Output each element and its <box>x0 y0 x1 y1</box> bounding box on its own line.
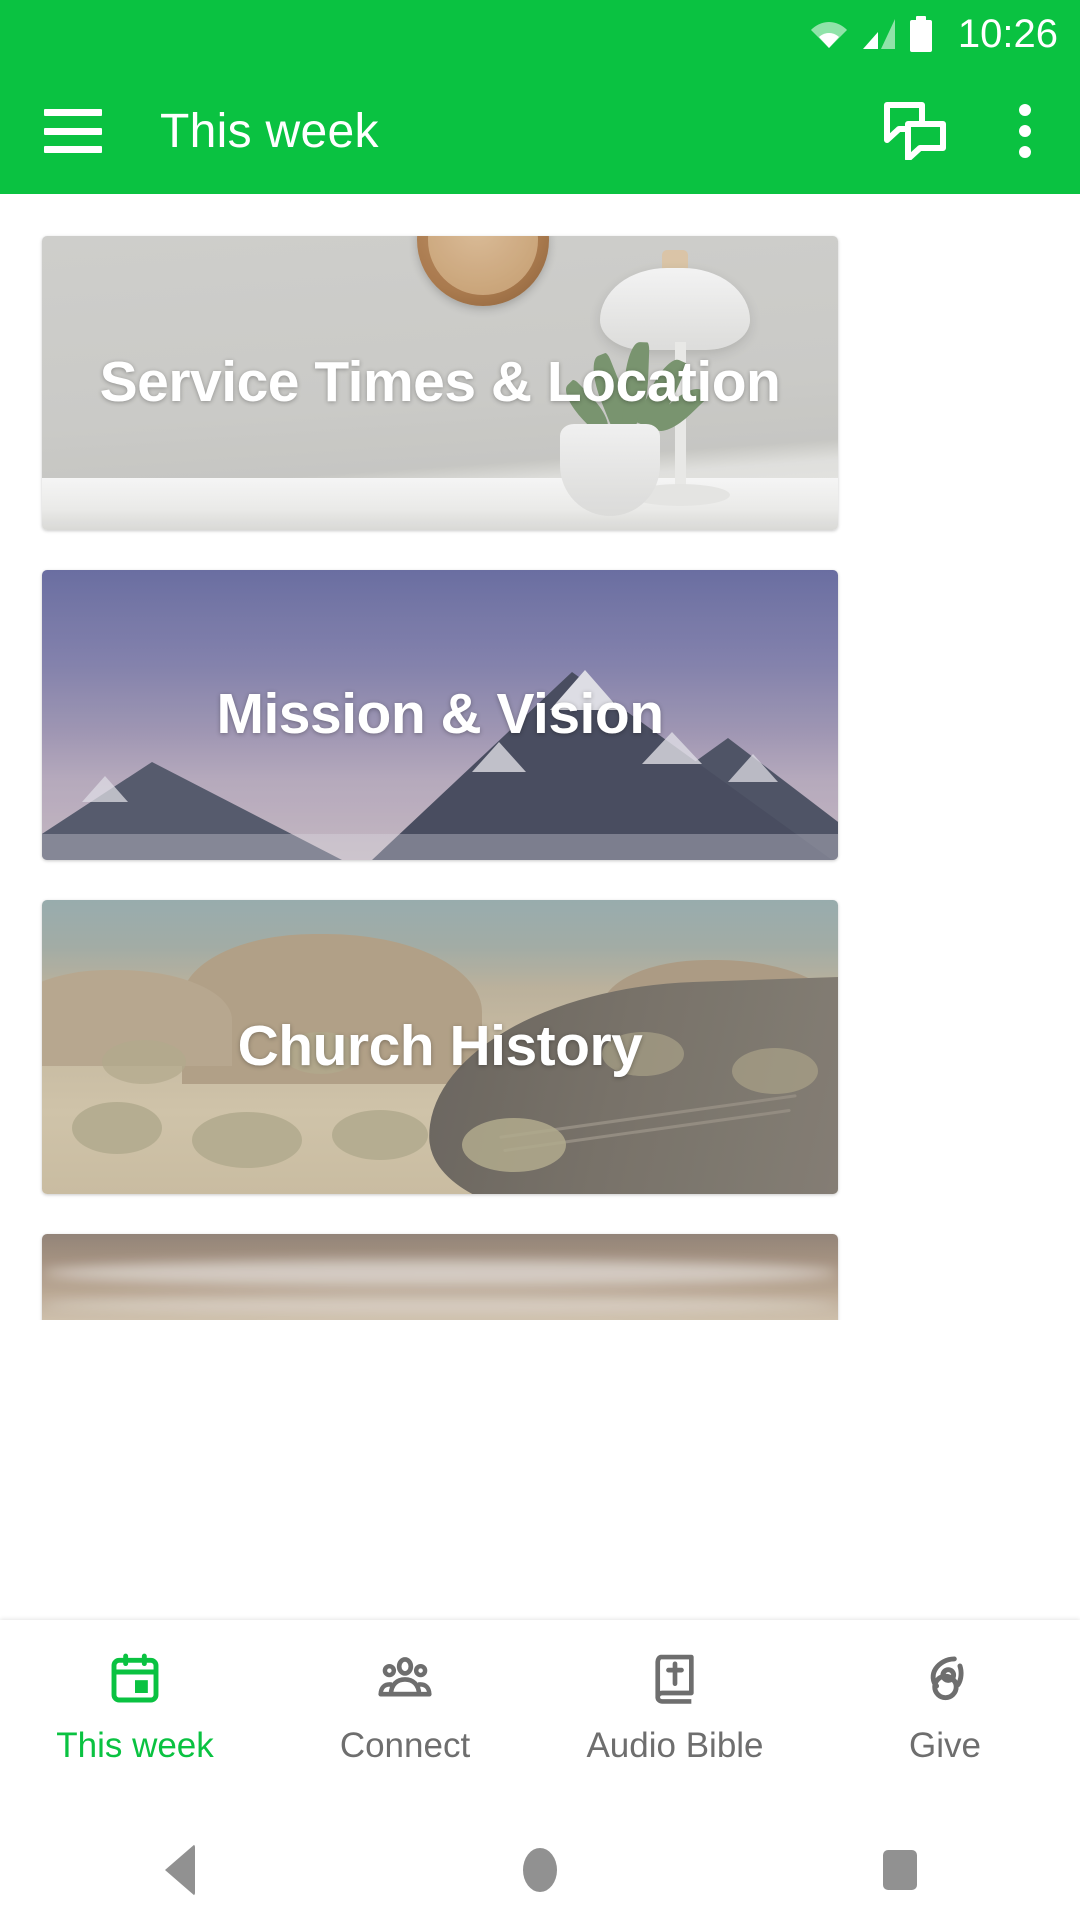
card-title: Service Times & Location <box>99 350 781 415</box>
page-title: This week <box>160 104 379 158</box>
tab-connect[interactable]: Connect <box>270 1620 540 1766</box>
recents-square-icon[interactable] <box>830 1820 970 1920</box>
app-bar-actions <box>860 76 1080 186</box>
battery-icon <box>909 16 932 52</box>
system-navigation-bar <box>0 1820 1080 1920</box>
status-clock: 10:26 <box>957 11 1058 56</box>
more-vert-icon[interactable] <box>970 76 1080 186</box>
calendar-icon <box>104 1648 166 1710</box>
bottom-navigation: This week Connect Audio Bible Give <box>0 1620 1080 1820</box>
tab-label: Give <box>909 1726 981 1765</box>
card-list[interactable]: Service Times & Location Mission & Visio… <box>0 194 1080 1320</box>
tab-label: Connect <box>339 1726 471 1765</box>
tab-this-week[interactable]: This week <box>0 1620 270 1766</box>
app-screen: 10:26 This week Service Times & Location… <box>0 0 1080 1920</box>
status-icons: 10:26 <box>810 12 1058 57</box>
tab-label: This week <box>56 1726 214 1765</box>
card-mission-vision[interactable]: Mission & Vision <box>42 570 838 860</box>
status-bar: 10:26 <box>0 0 1080 68</box>
tab-audio-bible[interactable]: Audio Bible <box>540 1620 810 1766</box>
giving-hand-icon <box>914 1648 976 1710</box>
people-group-icon <box>374 1648 436 1710</box>
card-church-history[interactable]: Church History <box>42 900 838 1194</box>
app-bar: This week <box>0 68 1080 194</box>
hamburger-menu-icon[interactable] <box>44 109 102 153</box>
card-partial-next[interactable] <box>42 1234 838 1320</box>
card-title: Church History <box>237 1014 643 1079</box>
tab-label: Audio Bible <box>586 1726 764 1765</box>
cell-signal-icon <box>862 18 896 50</box>
back-triangle-icon[interactable] <box>110 1820 250 1920</box>
chat-bubbles-icon[interactable] <box>860 76 970 186</box>
home-circle-icon[interactable] <box>470 1820 610 1920</box>
card-title: Mission & Vision <box>216 682 664 747</box>
tab-give[interactable]: Give <box>810 1620 1080 1766</box>
card-service-times[interactable]: Service Times & Location <box>42 236 838 530</box>
wifi-icon <box>810 19 848 49</box>
bible-book-cross-icon <box>644 1648 706 1710</box>
